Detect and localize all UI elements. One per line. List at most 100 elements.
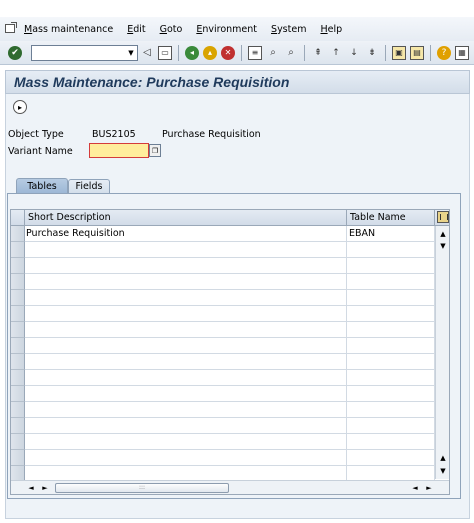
row-selector[interactable] (11, 322, 25, 338)
table-row[interactable] (25, 354, 435, 370)
table-control: Short Description Table Name Purchase Re… (10, 209, 450, 495)
scroll-down-page-icon[interactable]: ▲ (436, 452, 450, 464)
object-type-description: Purchase Requisition (162, 129, 261, 140)
cell-short-description: Purchase Requisition (25, 226, 347, 241)
scroll-right-page-icon[interactable]: ► (39, 482, 51, 494)
page-title: Mass Maintenance: Purchase Requisition (14, 74, 290, 90)
row-selector[interactable] (11, 338, 25, 354)
table-row[interactable] (25, 418, 435, 434)
variant-name-label: Variant Name (8, 146, 73, 157)
toolbar-separator (241, 44, 242, 61)
execute-icon[interactable]: ▸ (13, 100, 27, 114)
back-icon[interactable]: ◁ (140, 46, 154, 60)
toolbar-separator (178, 44, 179, 61)
scroll-left-page-icon[interactable]: ◄ (409, 482, 421, 494)
table-row[interactable] (25, 402, 435, 418)
variant-name-input[interactable] (89, 143, 149, 158)
table-row[interactable] (25, 258, 435, 274)
first-page-icon[interactable]: ⇞ (311, 46, 325, 60)
horizontal-scroll-thumb[interactable]: ::: (55, 483, 229, 493)
vertical-scrollbar[interactable]: ▲ ▼ ▲ ▼ (435, 226, 449, 479)
row-selector[interactable] (11, 434, 25, 450)
table-row[interactable] (25, 386, 435, 402)
back-nav-icon[interactable]: ◂ (185, 45, 199, 60)
table-row[interactable] (25, 338, 435, 354)
column-header-short-description[interactable]: Short Description (25, 210, 347, 226)
row-selector[interactable] (11, 370, 25, 386)
prev-page-icon[interactable]: ↑ (329, 46, 343, 60)
table-row[interactable]: Purchase Requisition EBAN (25, 226, 435, 242)
find-next-icon[interactable]: ⌕ (284, 46, 298, 60)
table-row[interactable] (25, 450, 435, 466)
column-header-table-name[interactable]: Table Name (347, 210, 435, 226)
table-row[interactable] (25, 322, 435, 338)
save-icon[interactable]: ▭ (158, 45, 172, 60)
title-bar: Mass Maintenance: Purchase Requisition (5, 70, 470, 94)
cell-short-description (25, 450, 347, 465)
table-row[interactable] (25, 242, 435, 258)
cell-table-name (347, 434, 435, 449)
tab-tables-label: Tables (27, 180, 57, 192)
scroll-up-icon[interactable]: ▲ (436, 228, 450, 240)
scroll-up-page-icon[interactable]: ▼ (436, 240, 450, 252)
row-selector[interactable] (11, 290, 25, 306)
menu-edit[interactable]: Edit (127, 24, 145, 35)
table-row[interactable] (25, 306, 435, 322)
menu-environment[interactable]: Environment (196, 24, 257, 35)
select-all-cell[interactable] (11, 210, 25, 226)
cell-table-name (347, 418, 435, 433)
row-selector[interactable] (11, 306, 25, 322)
last-page-icon[interactable]: ⇟ (365, 46, 379, 60)
row-selector[interactable] (11, 274, 25, 290)
row-selector[interactable] (11, 450, 25, 466)
row-selector[interactable] (11, 258, 25, 274)
toolbar-separator (385, 44, 386, 61)
table-row[interactable] (25, 274, 435, 290)
cell-short-description (25, 354, 347, 369)
cell-table-name (347, 354, 435, 369)
new-session-icon[interactable]: ▣ (392, 45, 406, 60)
cell-table-name (347, 306, 435, 321)
menu-help[interactable]: Help (320, 24, 342, 35)
row-selector[interactable] (11, 242, 25, 258)
cell-table-name (347, 450, 435, 465)
menu-system[interactable]: System (271, 24, 306, 35)
find-icon[interactable]: ⌕ (266, 46, 280, 60)
cell-short-description (25, 466, 347, 481)
menu-mass-maintenance[interactable]: Mass maintenance (24, 24, 113, 35)
row-selector[interactable] (11, 402, 25, 418)
value-help-icon[interactable]: ❐ (149, 144, 161, 157)
layout-icon[interactable]: ▦ (455, 45, 469, 60)
print-icon[interactable]: ≡ (248, 45, 262, 60)
scroll-down-icon[interactable]: ▼ (436, 465, 450, 477)
table-row[interactable] (25, 434, 435, 450)
table-row[interactable] (25, 370, 435, 386)
tab-fields[interactable]: Fields (68, 179, 110, 193)
cell-table-name (347, 242, 435, 257)
toolbar-separator (430, 44, 431, 61)
table-row[interactable] (25, 290, 435, 306)
next-page-icon[interactable]: ↓ (347, 46, 361, 60)
menu-goto[interactable]: Goto (160, 24, 183, 35)
row-selector[interactable] (11, 418, 25, 434)
column-settings-icon[interactable] (437, 211, 449, 223)
exit-icon[interactable]: ▴ (203, 45, 217, 60)
cancel-icon[interactable]: ✕ (221, 45, 235, 60)
tab-tables[interactable]: Tables (16, 178, 68, 193)
scroll-right-icon[interactable]: ► (423, 482, 435, 494)
shortcut-icon[interactable]: ▤ (410, 45, 424, 60)
chevron-down-icon[interactable]: ▼ (125, 46, 137, 60)
help-icon[interactable]: ? (437, 45, 451, 60)
enter-icon[interactable]: ✔ (8, 45, 22, 60)
horizontal-scrollbar[interactable]: ◄ ► ::: ◄ ► (11, 480, 449, 494)
row-selector[interactable] (11, 386, 25, 402)
command-field[interactable]: ▼ (31, 44, 138, 61)
standard-toolbar: ✔ ▼ ◁ ▭ ◂ ▴ ✕ ≡ ⌕ ⌕ ⇞ ↑ ↓ ⇟ ▣ ▤ ? ▦ (0, 41, 474, 65)
menu-app-icon[interactable] (4, 22, 18, 36)
scroll-left-icon[interactable]: ◄ (25, 482, 37, 494)
row-selector[interactable] (11, 226, 25, 242)
cell-short-description (25, 418, 347, 433)
cell-table-name (347, 322, 435, 337)
row-selector[interactable] (11, 354, 25, 370)
table-header-row: Short Description Table Name (11, 210, 449, 226)
